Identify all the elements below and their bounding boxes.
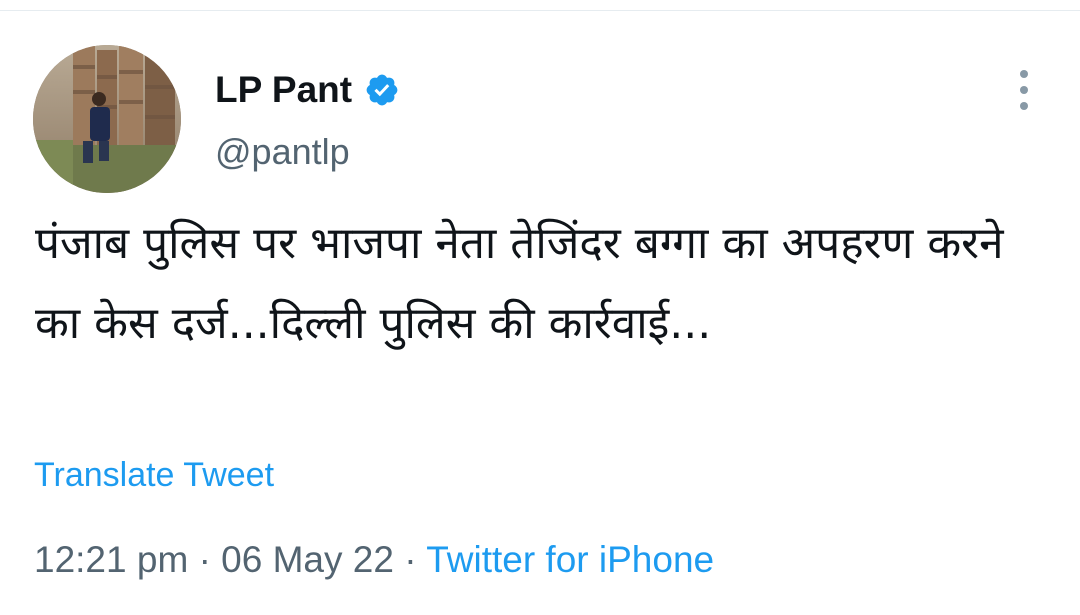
- meta-separator: ·: [404, 539, 417, 580]
- tweet-date[interactable]: 06 May 22: [221, 539, 394, 580]
- author-handle[interactable]: @pantlp: [215, 130, 350, 174]
- author-display-name[interactable]: LP Pant: [215, 68, 352, 112]
- translate-tweet-link[interactable]: Translate Tweet: [34, 455, 274, 495]
- more-dot: [1020, 102, 1028, 110]
- more-vertical-icon[interactable]: [1010, 70, 1038, 110]
- avatar-photo: [33, 45, 181, 193]
- tweet-text: पंजाब पुलिस पर भाजपा नेता तेजिंदर बग्गा …: [35, 218, 1004, 349]
- top-divider: [0, 10, 1080, 11]
- more-dot: [1020, 70, 1028, 78]
- avatar[interactable]: [33, 45, 181, 193]
- more-dot: [1020, 86, 1028, 94]
- meta-separator: ·: [198, 539, 211, 580]
- tweet-time[interactable]: 12:21 pm: [34, 539, 188, 580]
- tweet-source-link[interactable]: Twitter for iPhone: [426, 539, 714, 580]
- tweet-meta: 12:21 pm · 06 May 22 · Twitter for iPhon…: [34, 538, 714, 582]
- verified-badge-icon: [364, 72, 400, 108]
- author-name-row[interactable]: LP Pant: [215, 68, 400, 112]
